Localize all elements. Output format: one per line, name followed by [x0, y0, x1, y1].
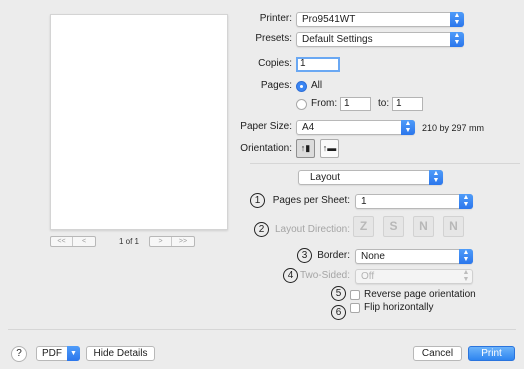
- callout-3: 3: [297, 248, 312, 263]
- pdf-label: PDF: [42, 348, 62, 359]
- border-popup[interactable]: None ▲ ▼: [355, 249, 473, 264]
- portrait-orientation-button[interactable]: ↑▮: [296, 139, 315, 158]
- landscape-orientation-button[interactable]: ↑▬: [320, 139, 339, 158]
- landscape-icon: ↑▬: [322, 143, 337, 153]
- popup-stepper-icon: ▲ ▼: [462, 269, 470, 283]
- preview-nav-back-group: << <: [50, 236, 96, 247]
- printer-label: Printer:: [259, 13, 292, 24]
- border-label: Border:: [317, 250, 350, 261]
- flip-horizontally-checkbox[interactable]: [350, 303, 360, 313]
- pages-per-sheet-popup[interactable]: 1 ▲ ▼: [355, 194, 473, 209]
- orientation-label: Orientation:: [240, 143, 292, 154]
- portrait-icon: ↑▮: [300, 143, 311, 153]
- pages-from-label: From:: [311, 98, 338, 109]
- direction-reverse-n-button[interactable]: N: [443, 216, 464, 237]
- pdf-menu-button[interactable]: PDF ▼: [36, 346, 80, 361]
- two-sided-label: Two-Sided:: [299, 270, 350, 281]
- pages-label: Pages:: [260, 80, 292, 91]
- pages-per-sheet-label: Pages per Sheet:: [272, 195, 350, 206]
- popup-stepper-icon: ▲ ▼: [450, 32, 464, 47]
- page-preview: [50, 14, 228, 230]
- hide-details-button[interactable]: Hide Details: [86, 346, 155, 361]
- pages-from-radio[interactable]: [296, 99, 307, 110]
- section-popup[interactable]: Layout ▲ ▼: [298, 170, 443, 185]
- printer-value: Pro9541WT: [302, 14, 356, 25]
- chevron-down-icon: ▼: [67, 346, 80, 361]
- pages-all-radio[interactable]: [296, 81, 307, 92]
- direction-z-button[interactable]: Z: [353, 216, 374, 237]
- last-page-button[interactable]: >>: [172, 237, 194, 246]
- callout-5: 5: [331, 286, 346, 301]
- paper-size-value: A4: [302, 122, 315, 133]
- printer-popup[interactable]: Pro9541WT ▲ ▼: [296, 12, 464, 27]
- two-sided-popup[interactable]: Off ▲ ▼: [355, 269, 473, 284]
- presets-popup[interactable]: Default Settings ▲ ▼: [296, 32, 464, 47]
- flip-horizontally-label: Flip horizontally: [364, 302, 434, 313]
- layout-direction-label: Layout Direction:: [274, 224, 350, 235]
- print-button[interactable]: Print: [468, 346, 515, 361]
- presets-value: Default Settings: [302, 34, 373, 45]
- callout-4: 4: [283, 268, 298, 283]
- page-count-label: 1 of 1: [118, 237, 139, 246]
- section-divider: [250, 163, 520, 164]
- paper-size-label: Paper Size:: [240, 121, 292, 132]
- popup-stepper-icon: ▲ ▼: [450, 12, 464, 27]
- copies-field[interactable]: 1: [296, 57, 340, 72]
- reverse-orientation-checkbox[interactable]: [350, 290, 360, 300]
- callout-2: 2: [254, 222, 269, 237]
- paper-dimensions: 210 by 297 mm: [422, 123, 485, 133]
- two-sided-value: Off: [361, 271, 375, 282]
- direction-n-button[interactable]: N: [413, 216, 434, 237]
- next-page-button[interactable]: >: [150, 237, 172, 246]
- pages-per-sheet-value: 1: [361, 196, 367, 207]
- previous-page-button[interactable]: <: [73, 237, 95, 246]
- footer-divider: [8, 329, 516, 330]
- help-button[interactable]: ?: [11, 346, 27, 362]
- presets-label: Presets:: [255, 33, 292, 44]
- copies-label: Copies:: [258, 58, 292, 69]
- pages-to-field[interactable]: 1: [392, 97, 423, 111]
- callout-6: 6: [331, 305, 346, 320]
- reverse-orientation-label: Reverse page orientation: [364, 289, 476, 300]
- popup-stepper-icon: ▲ ▼: [459, 194, 473, 209]
- pages-all-label: All: [311, 80, 323, 91]
- cancel-button[interactable]: Cancel: [413, 346, 462, 361]
- callout-1: 1: [250, 193, 265, 208]
- popup-stepper-icon: ▲ ▼: [459, 249, 473, 264]
- popup-stepper-icon: ▲ ▼: [401, 120, 415, 135]
- popup-stepper-icon: ▲ ▼: [429, 170, 443, 185]
- pages-to-label: to:: [378, 98, 390, 109]
- first-page-button[interactable]: <<: [51, 237, 73, 246]
- section-popup-value: Layout: [310, 172, 341, 183]
- preview-nav-forward-group: > >>: [149, 236, 195, 247]
- border-value: None: [361, 251, 385, 262]
- pages-from-field[interactable]: 1: [340, 97, 371, 111]
- paper-size-popup[interactable]: A4 ▲ ▼: [296, 120, 415, 135]
- direction-s-button[interactable]: S: [383, 216, 404, 237]
